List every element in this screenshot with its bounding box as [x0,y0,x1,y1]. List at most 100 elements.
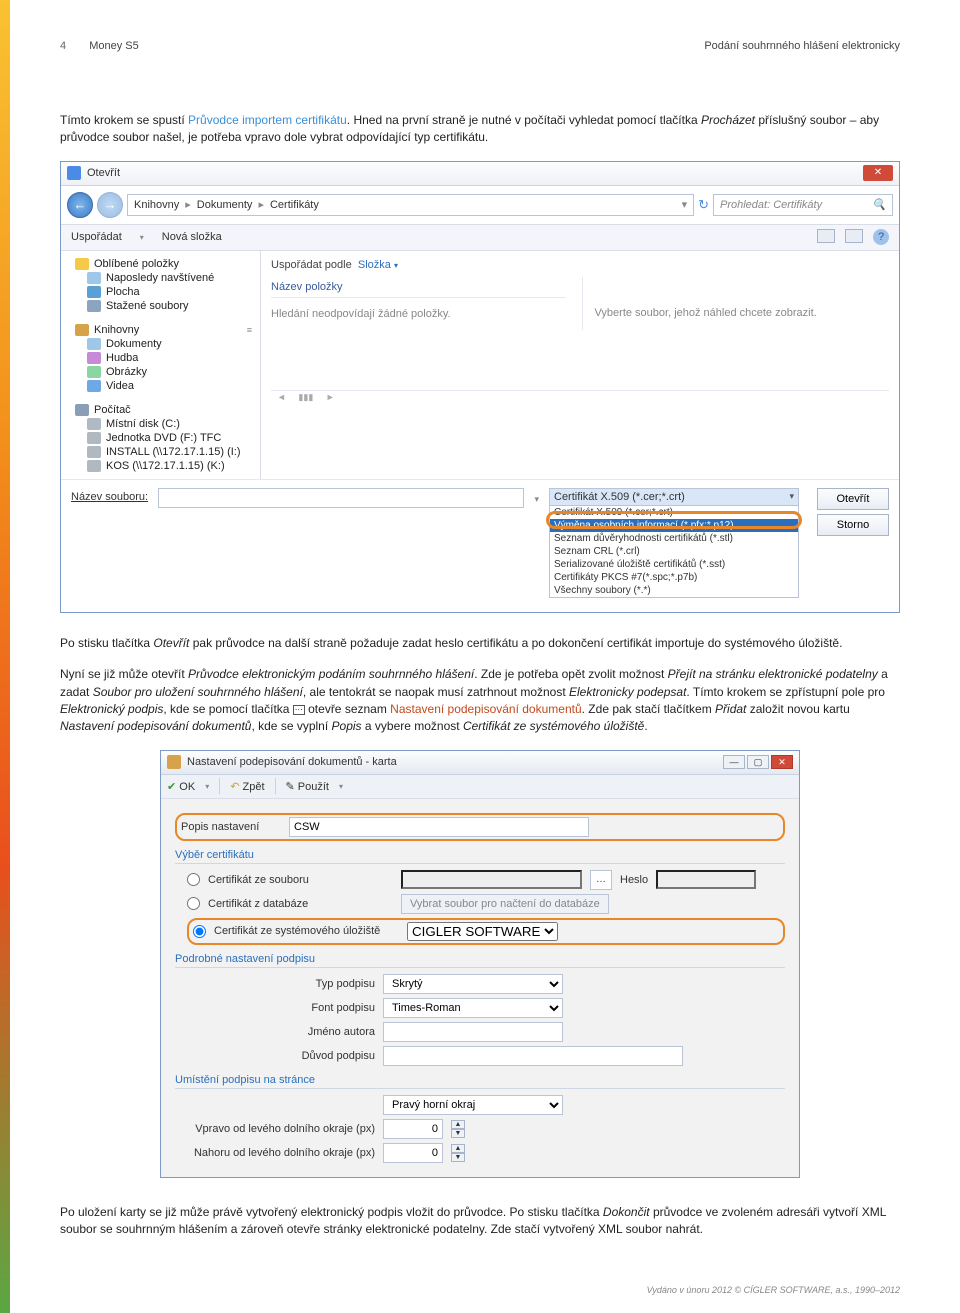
organise-button[interactable]: Uspořádat [71,231,122,243]
cert-file-radio[interactable] [187,873,200,886]
ok-button[interactable]: ✔ OK [167,780,195,793]
header-right: Podání souhrnného hlášení elektronicky [704,40,900,52]
dialog-bottom: Název souboru: ▾ Certifikát X.509 (*.cer… [61,479,899,612]
refresh-icon[interactable]: ↻ [698,197,709,213]
scrollbar[interactable]: ◄ ▮▮▮ ► [271,390,889,404]
popis-label: Popis nastavení [181,821,281,833]
tree-group-libraries[interactable]: Knihovny≡ [69,323,252,337]
dialog-titlebar: Otevřít ✕ [61,162,899,186]
position-select[interactable]: Pravý horní okraj [383,1095,563,1115]
tree-group-favorites[interactable]: Oblíbené položky [69,257,252,271]
download-icon [87,300,101,312]
forward-button[interactable]: → [97,192,123,218]
sign-settings-dialog: Nastavení podepisování dokumentů - karta… [160,750,800,1178]
documents-icon [87,338,101,350]
reason-input[interactable] [383,1046,683,1066]
cert-file-path[interactable] [401,870,582,889]
cert-db-radio[interactable] [187,897,200,910]
help-icon[interactable]: ? [873,229,889,245]
tree-item[interactable]: INSTALL (\\172.17.1.15) (I:) [69,445,252,459]
ellipsis-icon: ⋯ [293,705,305,715]
popis-input[interactable] [289,817,589,837]
db-load-button[interactable]: Vybrat soubor pro načtení do databáze [401,894,609,914]
tree-group-computer[interactable]: Počítač [69,403,252,417]
star-icon [75,258,89,270]
dvd-icon [87,432,101,444]
computer-icon [75,404,89,416]
preview-pane: Vyberte soubor, jehož náhled chcete zobr… [582,277,890,330]
music-icon [87,352,101,364]
nav-row: ← → Knihovny▸ Dokumenty▸ Certifikáty ▾ ↻… [61,186,899,225]
view-icon[interactable] [817,229,835,243]
search-input[interactable]: Prohledat: Certifikáty 🔍 [713,194,893,216]
sign-type-select[interactable]: Skrytý [383,974,563,994]
filename-label: Název souboru: [71,488,148,503]
header-left: Money S5 [89,40,139,52]
tree-item[interactable]: Hudba [69,351,252,365]
tree-item[interactable]: Místní disk (C:) [69,417,252,431]
section-position: Umístění podpisu na stránce [175,1074,785,1089]
tree-item[interactable]: Plocha [69,285,252,299]
open-file-dialog: Otevřít ✕ ← → Knihovny▸ Dokumenty▸ Certi… [60,161,900,613]
dialog2-toolbar: ✔ OK ▾ ↶ Zpět ✎ Použít ▾ [161,775,799,799]
close-icon[interactable]: ✕ [771,755,793,769]
back-button[interactable]: ↶ Zpět [230,780,264,793]
tree-item[interactable]: Naposledy navštívené [69,271,252,285]
file-list-area: Uspořádat podle Složka ▾ Název položky H… [261,251,899,479]
tree-item[interactable]: Stažené soubory [69,299,252,313]
folder-tree: Oblíbené položky Naposledy navštívené Pl… [61,251,261,479]
sign-font-select[interactable]: Times-Roman [383,998,563,1018]
filename-input[interactable] [158,488,524,508]
paragraph-1: Tímto krokem se spustí Průvodce importem… [60,112,900,147]
tree-item[interactable]: KOS (\\172.17.1.15) (K:) [69,459,252,473]
page-header: 4 Money S5 Podání souhrnného hlášení ele… [60,40,900,52]
page-number: 4 [60,40,66,52]
paragraph-3: Nyní se již může otevřít Průvodce elektr… [60,666,900,736]
minimize-icon[interactable]: — [723,755,745,769]
section-cert: Výběr certifikátu [175,849,785,864]
side-stripe [0,0,10,1313]
highlight-annotation: Popis nastavení [175,813,785,841]
maximize-icon[interactable]: ▢ [747,755,769,769]
arrange-by-link[interactable]: Složka [358,259,391,271]
pictures-icon [87,366,101,378]
cert-password[interactable] [656,870,756,889]
dialog-title: Otevřít [87,167,120,179]
tree-item[interactable]: Obrázky [69,365,252,379]
new-folder-button[interactable]: Nová složka [162,231,222,243]
author-input[interactable] [383,1022,563,1042]
tree-item[interactable]: Dokumenty [69,337,252,351]
column-header[interactable]: Název položky [271,277,566,298]
offset-y-input[interactable] [383,1143,443,1163]
cert-store-radio[interactable] [193,925,206,938]
search-icon: 🔍 [872,198,886,211]
breadcrumb[interactable]: Knihovny▸ Dokumenty▸ Certifikáty ▾ [127,194,694,216]
dialog2-title: Nastavení podepisování dokumentů - karta [187,756,397,768]
spin-buttons[interactable]: ▲▼ [451,1144,465,1162]
back-button[interactable]: ← [67,192,93,218]
cancel-button[interactable]: Storno [817,514,889,536]
cert-store-select[interactable]: CIGLER SOFTWARE [407,922,558,941]
dialog2-titlebar: Nastavení podepisování dokumentů - karta… [161,751,799,775]
browse-button[interactable]: … [590,870,612,890]
offset-x-input[interactable] [383,1119,443,1139]
paragraph-2: Po stisku tlačítka Otevřít pak průvodce … [60,635,900,652]
paragraph-4: Po uložení karty se již může právě vytvo… [60,1204,900,1239]
preview-toggle-icon[interactable] [845,229,863,243]
drive-icon [87,418,101,430]
filetype-select[interactable]: Certifikát X.509 (*.cer;*.crt) Certifiká… [549,488,799,598]
settings-icon [167,755,181,769]
highlight-annotation: Certifikát ze systémového úložiště CIGLE… [187,918,785,945]
tree-item[interactable]: Videa [69,379,252,393]
page-footer: Vydáno v únoru 2012 © CÍGLER SOFTWARE, a… [647,1285,900,1295]
tree-item[interactable]: Jednotka DVD (F:) TFC [69,431,252,445]
close-icon[interactable]: ✕ [863,165,893,181]
videos-icon [87,380,101,392]
network-drive-icon [87,460,101,472]
library-icon [75,324,89,336]
recent-icon [87,272,101,284]
spin-buttons[interactable]: ▲▼ [451,1120,465,1138]
desktop-icon [87,286,101,298]
apply-button[interactable]: ✎ Použít [286,780,329,793]
open-button[interactable]: Otevřít [817,488,889,510]
